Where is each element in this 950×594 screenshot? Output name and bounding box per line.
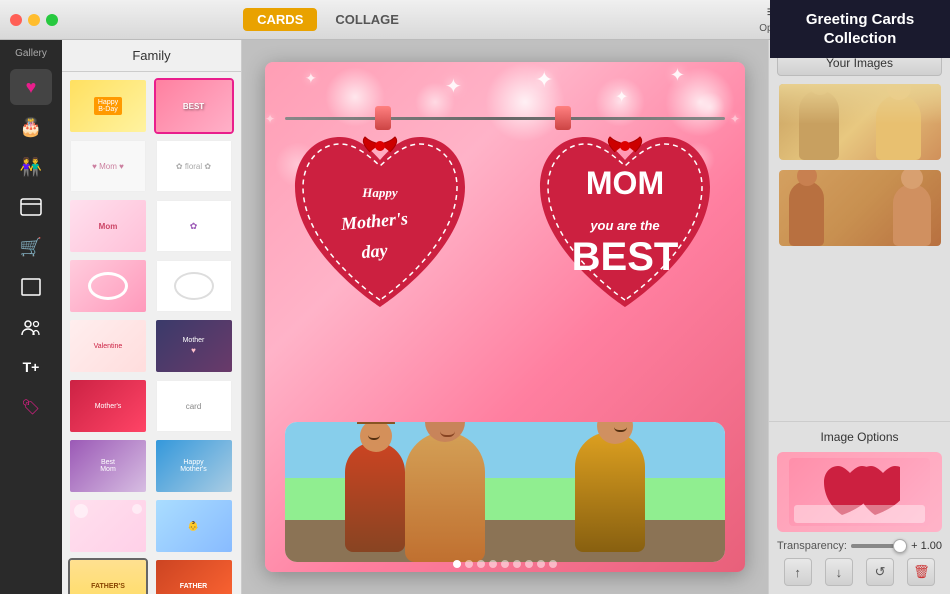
traffic-light-green[interactable] [46, 14, 58, 26]
dot-8[interactable] [537, 560, 545, 568]
svg-text:day: day [361, 240, 390, 262]
app-branding: Greeting Cards Collection [770, 0, 950, 58]
sidebar-icon-silhouette[interactable] [10, 309, 52, 345]
gallery-label: Gallery [15, 48, 47, 59]
app-title: Greeting Cards Collection [770, 10, 950, 49]
sidebar-icon-text[interactable]: T+ [10, 349, 52, 385]
dot-5[interactable] [501, 560, 509, 568]
gallery-thumb-13[interactable]: BestMom [68, 438, 148, 494]
traffic-light-red[interactable] [10, 14, 22, 26]
gallery-thumb-11[interactable]: Mother's [68, 378, 148, 434]
heart-left: Happy Mother's day [285, 122, 475, 327]
gallery-thumb-17[interactable]: FATHER'S [68, 558, 148, 594]
gallery-thumb-6[interactable]: ✿ [154, 198, 234, 254]
transparency-label: Transparency: [777, 540, 847, 552]
user-images [769, 82, 950, 421]
nav-tabs: CARDS COLLAGE [243, 8, 413, 31]
gallery-thumb-9[interactable]: Valentine [68, 318, 148, 374]
main-layout: Gallery ♥ 🎂 👫 🛒 T+ 🏷 Fa [0, 40, 950, 594]
gallery-thumb-18[interactable]: FATHER [154, 558, 234, 594]
traffic-light-yellow[interactable] [28, 14, 40, 26]
rotate-button[interactable]: ↺ [866, 558, 894, 586]
gallery-thumb-7[interactable] [68, 258, 148, 314]
wire [285, 117, 725, 120]
photo-strip[interactable] [285, 422, 725, 562]
dot-7[interactable] [525, 560, 533, 568]
svg-text:BEST: BEST [572, 235, 679, 279]
sidebar-icon-heart[interactable]: ♥ [10, 69, 52, 105]
gallery-thumb-12[interactable]: card [154, 378, 234, 434]
dot-4[interactable] [489, 560, 497, 568]
transparency-row: Transparency: + 1.00 [777, 540, 942, 552]
svg-text:you are the: you are the [589, 218, 659, 233]
image-options-section: Image Options Transparency: [769, 421, 950, 594]
option-preview [777, 452, 942, 532]
tab-cards[interactable]: CARDS [243, 8, 317, 31]
canvas-area: ✦ ✦ ✦ ✦ ✦ ✦ ✦ Happy [242, 40, 768, 594]
gallery-thumb-8[interactable] [154, 258, 234, 314]
transparency-slider[interactable] [851, 544, 907, 548]
sidebar-icon-frame[interactable] [10, 269, 52, 305]
dot-2[interactable] [465, 560, 473, 568]
dot-1[interactable] [453, 560, 461, 568]
transparency-value: + 1.00 [911, 540, 942, 552]
gallery-thumb-2[interactable]: BEST [154, 78, 234, 134]
heart-right: MOM you are the BEST [525, 122, 725, 327]
user-image-1[interactable] [777, 82, 943, 162]
delete-button[interactable]: 🗑 [907, 558, 935, 586]
move-down-button[interactable]: ↓ [825, 558, 853, 586]
gallery-thumb-4[interactable]: ✿ floral ✿ [154, 138, 234, 194]
gallery-thumb-3[interactable]: ♥ Mom ♥ [68, 138, 148, 194]
sidebar-icon-card[interactable] [10, 189, 52, 225]
sidebar-icon-sticker[interactable]: 🏷 [10, 389, 52, 425]
gallery-thumb-1[interactable]: HappyB-Day [68, 78, 148, 134]
sidebar-icon-cake[interactable]: 🎂 [10, 109, 52, 145]
carousel-dots [453, 560, 557, 568]
dot-6[interactable] [513, 560, 521, 568]
gallery-thumb-16[interactable]: 👶 [154, 498, 234, 554]
tab-collage[interactable]: COLLAGE [321, 8, 413, 31]
action-icons-row: ↑ ↓ ↺ 🗑 [777, 558, 942, 586]
svg-text:Happy: Happy [361, 185, 398, 200]
right-panel: Your Images [768, 40, 950, 594]
gallery-grid: HappyB-Day BEST ♥ Mom ♥ ✿ floral ✿ [62, 72, 241, 594]
dot-3[interactable] [477, 560, 485, 568]
sidebar-icon-cart[interactable]: 🛒 [10, 229, 52, 265]
sidebar-icon-people[interactable]: 👫 [10, 149, 52, 185]
gallery-thumb-15[interactable] [68, 498, 148, 554]
svg-text:MOM: MOM [586, 165, 664, 201]
image-options-label: Image Options [777, 430, 942, 444]
dot-9[interactable] [549, 560, 557, 568]
move-up-button[interactable]: ↑ [784, 558, 812, 586]
clothespin-right [555, 106, 571, 130]
clothespin-left [375, 106, 391, 130]
user-image-2[interactable] [777, 168, 943, 248]
canvas-content[interactable]: ✦ ✦ ✦ ✦ ✦ ✦ ✦ Happy [265, 62, 745, 572]
gallery-thumb-10[interactable]: Mother ♥ [154, 318, 234, 374]
card-gallery: Family HappyB-Day BEST ♥ Mom ♥ [62, 40, 242, 594]
gallery-thumb-5[interactable]: Mom [68, 198, 148, 254]
gallery-thumb-14[interactable]: HappyMother's [154, 438, 234, 494]
traffic-lights [10, 14, 58, 26]
left-sidebar: Gallery ♥ 🎂 👫 🛒 T+ 🏷 [0, 40, 62, 594]
gallery-header: Family [62, 40, 241, 72]
